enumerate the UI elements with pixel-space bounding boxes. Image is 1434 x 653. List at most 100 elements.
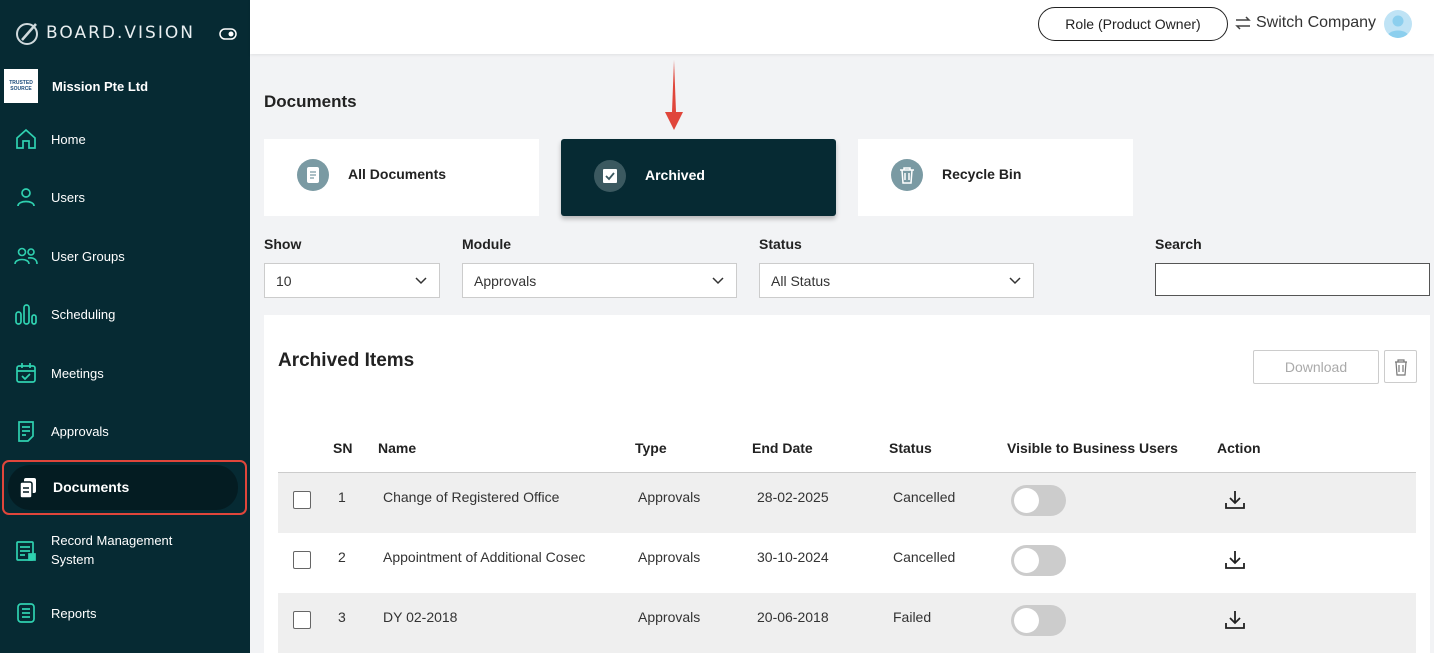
- row-checkbox[interactable]: [293, 551, 311, 569]
- table-row: 1 Change of Registered Office Approvals …: [278, 473, 1416, 533]
- row-checkbox[interactable]: [293, 491, 311, 509]
- annotation-arrow-icon: [665, 60, 683, 130]
- sidebar-item-user-groups[interactable]: User Groups: [0, 236, 250, 276]
- record-icon: [16, 541, 36, 561]
- cell-status: Cancelled: [893, 549, 956, 565]
- visibility-toggle[interactable]: [1011, 605, 1066, 636]
- scheduling-icon: [15, 304, 37, 325]
- tab-all-documents[interactable]: All Documents: [264, 139, 539, 216]
- download-icon[interactable]: [1223, 548, 1247, 572]
- sidebar-item-approvals[interactable]: Approvals: [0, 411, 250, 451]
- sidebar-item-documents[interactable]: Documents: [2, 460, 247, 515]
- sidebar-item-label: Home: [51, 131, 86, 147]
- cell-status: Cancelled: [893, 489, 956, 505]
- sidebar-item-label: Users: [51, 189, 85, 205]
- module-label: Module: [462, 236, 511, 252]
- sidebar-item-users[interactable]: Users: [0, 177, 250, 217]
- download-icon[interactable]: [1223, 488, 1247, 512]
- column-header-sn[interactable]: SN: [333, 440, 352, 456]
- row-checkbox[interactable]: [293, 611, 311, 629]
- chevron-down-icon: [1009, 277, 1021, 285]
- show-select[interactable]: 10: [264, 263, 440, 298]
- tab-archived[interactable]: Archived: [561, 139, 836, 216]
- visibility-toggle[interactable]: [1011, 485, 1066, 516]
- toggle-knob: [1014, 488, 1039, 513]
- page-title: Documents: [264, 92, 357, 111]
- topbar: Role (Product Owner) Switch Company: [250, 0, 1434, 54]
- delete-button[interactable]: [1384, 350, 1417, 383]
- toggle-knob: [1014, 548, 1039, 573]
- download-icon[interactable]: [1223, 608, 1247, 632]
- reports-icon: [17, 603, 35, 623]
- archived-items-panel: Archived Items Download SN Name Type End…: [264, 315, 1430, 653]
- tab-label: All Documents: [348, 166, 447, 182]
- cell-sn: 1: [338, 489, 346, 505]
- show-value: 10: [276, 272, 292, 289]
- switch-company-label: Switch Company: [1256, 14, 1377, 31]
- user-groups-icon: [14, 247, 38, 265]
- cell-status: Failed: [893, 609, 932, 625]
- trash-icon: [891, 159, 923, 191]
- role-button[interactable]: Role (Product Owner): [1038, 7, 1228, 41]
- sidebar-item-home[interactable]: Home: [0, 119, 250, 159]
- sidebar-item-record-management[interactable]: Record Management System: [0, 531, 250, 571]
- cell-name: Change of Registered Office: [383, 489, 560, 505]
- company-logo-text: SOURCE: [10, 86, 32, 92]
- tab-recycle-bin[interactable]: Recycle Bin: [858, 139, 1133, 216]
- cell-sn: 2: [338, 549, 346, 565]
- status-value: All Status: [771, 272, 831, 289]
- tab-label: Archived: [645, 167, 705, 183]
- home-icon: [16, 128, 36, 149]
- chevron-down-icon: [415, 277, 427, 285]
- cell-name: DY 02-2018: [383, 609, 458, 625]
- document-icon: [297, 159, 329, 191]
- cell-end-date: 20-06-2018: [757, 609, 829, 625]
- module-select[interactable]: Approvals: [462, 263, 737, 298]
- company-logo: TRUSTED SOURCE: [4, 69, 38, 103]
- cell-end-date: 30-10-2024: [757, 549, 829, 565]
- visibility-toggle[interactable]: [1011, 545, 1066, 576]
- status-select[interactable]: All Status: [759, 263, 1034, 298]
- approvals-icon: [18, 421, 34, 442]
- sidebar-item-meetings[interactable]: Meetings: [0, 353, 250, 393]
- checkbox-icon: [594, 160, 626, 192]
- panel-title: Archived Items: [278, 350, 415, 371]
- cell-type: Approvals: [638, 549, 701, 565]
- cell-end-date: 28-02-2025: [757, 489, 829, 505]
- cell-sn: 3: [338, 609, 346, 625]
- search-input[interactable]: [1155, 263, 1430, 296]
- module-value: Approvals: [474, 272, 537, 289]
- download-button[interactable]: Download: [1253, 350, 1379, 384]
- column-header-visible[interactable]: Visible to Business Users: [1007, 440, 1178, 456]
- sidebar-item-label: Documents: [53, 479, 130, 495]
- column-header-name[interactable]: Name: [378, 440, 416, 456]
- column-header-type[interactable]: Type: [635, 440, 667, 456]
- trash-icon: [1394, 358, 1407, 376]
- sidebar-item-label: User Groups: [51, 248, 125, 264]
- cell-type: Approvals: [638, 609, 701, 625]
- column-header-end-date[interactable]: End Date: [752, 440, 813, 456]
- company-name: Mission Pte Ltd: [52, 78, 149, 94]
- sidebar-toggle-icon[interactable]: [219, 28, 237, 40]
- avatar[interactable]: [1384, 10, 1412, 38]
- switch-arrows-icon: [1235, 16, 1251, 30]
- switch-company-link[interactable]: Switch Company: [1234, 14, 1376, 32]
- column-header-status[interactable]: Status: [889, 440, 932, 456]
- toggle-knob: [1014, 608, 1039, 633]
- documents-icon: [19, 477, 36, 499]
- sidebar-item-label: Reports: [51, 605, 97, 621]
- calendar-icon: [16, 363, 36, 383]
- table-row: 3 DY 02-2018 Approvals 20-06-2018 Failed: [278, 593, 1416, 653]
- user-icon: [17, 188, 35, 207]
- board-vision-logo-icon: [16, 23, 38, 45]
- column-header-action: Action: [1217, 440, 1261, 456]
- brand[interactable]: BOARD.VISION: [14, 20, 195, 46]
- sidebar: BOARD.VISION TRUSTED SOURCE Mission Pte …: [0, 0, 250, 653]
- company-selector[interactable]: TRUSTED SOURCE Mission Pte Ltd: [4, 69, 148, 103]
- sidebar-item-scheduling[interactable]: Scheduling: [0, 294, 250, 334]
- sidebar-item-label: Meetings: [51, 365, 104, 381]
- sidebar-item-label: Approvals: [51, 423, 109, 439]
- search-label: Search: [1155, 236, 1202, 252]
- sidebar-item-reports[interactable]: Reports: [0, 593, 250, 633]
- user-avatar-icon: [1387, 15, 1409, 38]
